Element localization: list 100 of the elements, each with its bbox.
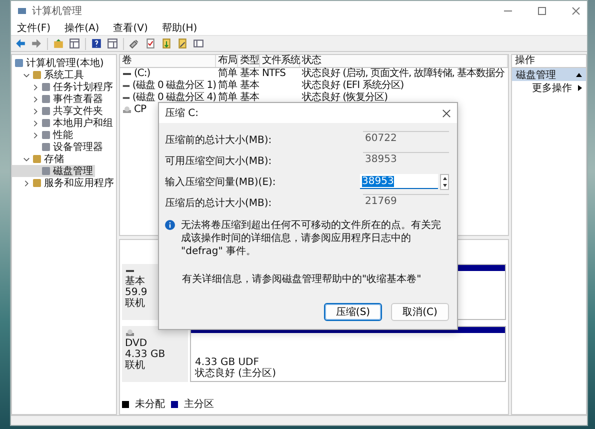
tree-node-icon <box>41 166 51 176</box>
optical-drive-icon <box>125 328 135 338</box>
panel-title: 操作 <box>515 55 535 66</box>
tree-node-icon <box>32 154 42 164</box>
pane-icon[interactable] <box>107 38 118 49</box>
table-cell-text: 基本 <box>239 80 260 92</box>
tree-node-icon <box>32 178 42 188</box>
tree-item[interactable]: 性能 <box>12 129 75 141</box>
partition-info-text: 状态良好 (主分区) <box>195 368 277 379</box>
dialog-button[interactable]: 压缩(S) <box>324 303 382 321</box>
field-label: 输入压缩空间量(MB)(E): <box>165 176 276 188</box>
table-cell-text: 状态良好 (启动, 页面文件, 故障转储, 基本数据分 <box>301 68 506 80</box>
value-display: 60722 <box>363 130 449 148</box>
menu-item[interactable]: 文件(F) <box>17 21 51 35</box>
down-arrow-icon[interactable] <box>442 184 446 186</box>
tree-node-icon <box>41 94 51 104</box>
table-cell-text: 简单 <box>217 68 238 80</box>
maximize-button[interactable] <box>537 6 547 16</box>
tree-item[interactable]: 事件查看器 <box>12 93 105 105</box>
column-header[interactable]: 类型 <box>238 55 260 67</box>
up-arrow-icon[interactable] <box>442 176 446 180</box>
drive-icon <box>122 105 132 115</box>
tree-node-icon <box>41 130 51 140</box>
column-header[interactable]: 状态 <box>300 55 508 67</box>
value-display: 21769 <box>363 194 449 212</box>
folder-up-icon[interactable] <box>53 38 64 49</box>
dialog-button[interactable]: 取消(C) <box>391 303 449 321</box>
spinner-control[interactable] <box>440 174 449 190</box>
chevron-icon[interactable] <box>32 84 39 90</box>
info-icon <box>165 220 175 230</box>
chevron-icon[interactable] <box>23 156 30 162</box>
disk-info-text: 联机 <box>125 360 146 371</box>
tree-item[interactable]: 共享文件夹 <box>12 105 105 117</box>
table-cell: (磁盘 0 磁盘分区 1) <box>132 80 216 92</box>
document-edit-icon[interactable] <box>177 38 188 49</box>
help-icon[interactable] <box>91 38 102 49</box>
action-item[interactable]: 更多操作 <box>512 81 586 94</box>
tree-node-icon <box>41 118 51 128</box>
back-arrow-icon[interactable] <box>15 38 26 49</box>
tree-item[interactable]: 设备管理器 <box>12 141 105 153</box>
table-cell-text: 简单 <box>217 80 238 92</box>
tree-node-icon <box>32 70 42 80</box>
chevron-icon[interactable] <box>23 72 30 78</box>
disk-info-text: 联机 <box>125 298 146 309</box>
table-cell-text: NTFS <box>261 68 287 80</box>
tree-item[interactable]: 服务和应用程序 <box>12 177 116 189</box>
help-message: 有关详细信息，请参阅磁盘管理帮助中的"收缩基本卷" <box>181 272 422 286</box>
table-cell-text: 基本 <box>239 92 260 104</box>
table-cell-text: 状态良好 (EFI 系统分区) <box>301 80 405 92</box>
disk-info-text: 59.9 <box>125 287 148 298</box>
table-cell-text: 简单 <box>217 92 238 104</box>
input-field[interactable]: 38953 <box>360 174 438 189</box>
chevron-icon[interactable] <box>32 120 39 126</box>
legend-label: 主分区 <box>184 398 214 411</box>
disk-info-text: 4.33 GB <box>125 349 166 360</box>
table-cell-text: 状态良好 (恢复分区) <box>301 92 388 104</box>
partition-info-text: 4.33 GB UDF <box>195 357 260 368</box>
tree-node-icon <box>41 106 51 116</box>
disk-info-text: DVD <box>125 338 148 349</box>
field-label: 可用压缩空间大小(MB): <box>165 154 272 168</box>
close-button[interactable] <box>571 6 581 16</box>
table-cell: (C:) <box>134 68 150 80</box>
close-button[interactable] <box>442 108 451 118</box>
legend-label: 未分配 <box>135 398 165 411</box>
value-display: 38953 <box>363 152 449 170</box>
menu-item[interactable]: 帮助(H) <box>162 21 198 35</box>
tree-item[interactable]: 任务计划程序 <box>12 81 115 93</box>
chevron-icon[interactable] <box>23 180 30 186</box>
tree-item[interactable]: 本地用户和组 <box>12 117 115 129</box>
field-label: 压缩后的总计大小(MB): <box>165 196 272 210</box>
table-cell: CP <box>134 104 146 116</box>
pane-icon[interactable] <box>69 38 80 49</box>
chevron-icon[interactable] <box>32 96 39 102</box>
document-arrow-icon[interactable] <box>161 38 172 49</box>
forward-arrow-icon[interactable] <box>31 38 42 49</box>
menu-item[interactable]: 操作(A) <box>64 21 100 35</box>
dialog-title: 压缩 C: <box>165 106 199 120</box>
tree-item[interactable]: 存储 <box>12 153 66 165</box>
tree-node-icon <box>41 142 51 152</box>
tree-node-icon <box>41 82 51 92</box>
tree-item[interactable]: 计算机管理(本地) <box>12 57 106 69</box>
chevron-icon[interactable] <box>32 132 39 138</box>
column-header[interactable]: 文件系统 <box>260 55 300 67</box>
submenu-arrow-icon <box>578 84 582 90</box>
menu-item[interactable]: 查看(V) <box>113 21 148 35</box>
info-message: 无法将卷压缩到超出任何不可移动的文件所在的点。有关完成该操作时间的详细信息，请参阅应用程序日志中的 "defrag" 事件。 <box>181 219 442 258</box>
column-header[interactable]: 卷 <box>120 55 216 67</box>
app-icon <box>17 6 27 16</box>
window-title: 计算机管理 <box>32 4 83 18</box>
window-icon[interactable] <box>193 38 204 49</box>
disk-info-text: 基本 <box>125 276 146 287</box>
field-label: 压缩前的总计大小(MB): <box>165 134 272 146</box>
table-cell: (磁盘 0 磁盘分区 4) <box>132 92 216 104</box>
tree-node-icon <box>14 58 24 68</box>
tree-item[interactable]: 系统工具 <box>12 69 86 81</box>
action-section-header[interactable]: 磁盘管理 <box>512 68 586 81</box>
document-check-icon[interactable] <box>145 38 156 49</box>
column-header[interactable]: 布局 <box>216 55 238 67</box>
chevron-icon[interactable] <box>32 108 39 114</box>
tree-item[interactable]: 磁盘管理 <box>12 165 95 177</box>
